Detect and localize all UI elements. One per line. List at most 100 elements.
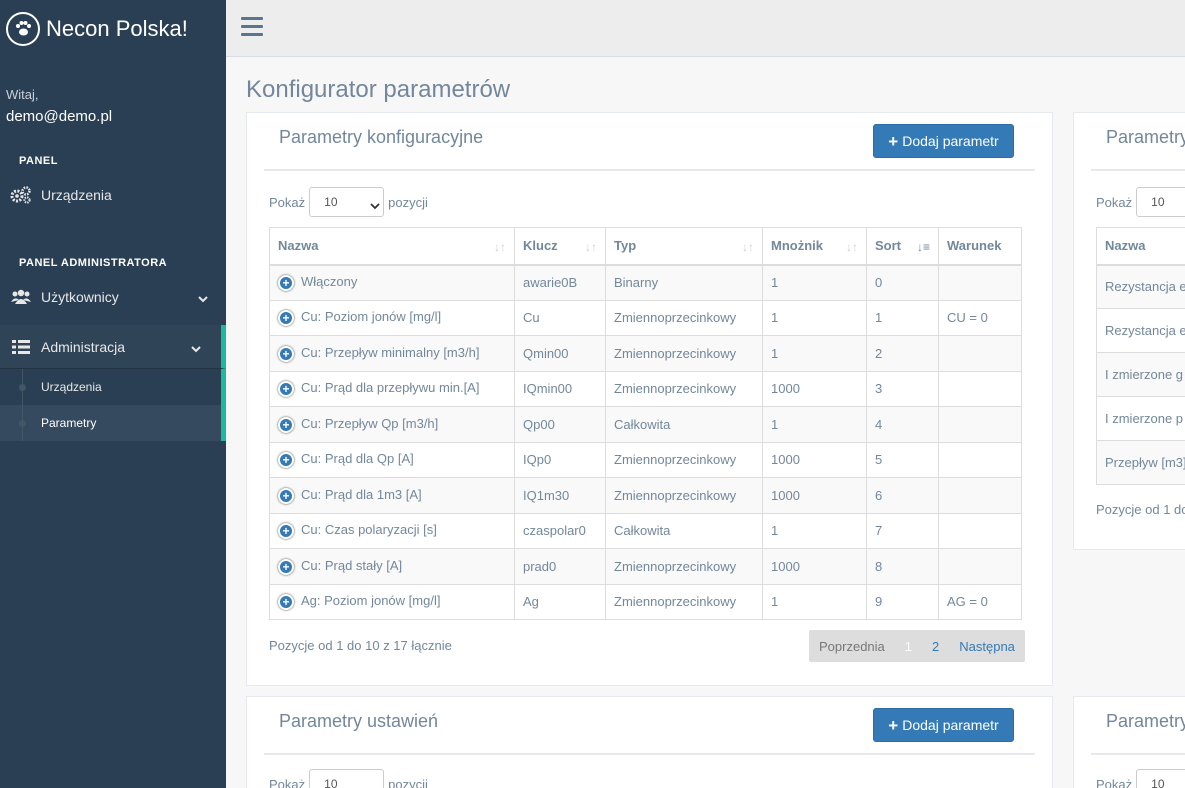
brand[interactable]: Necon Polska! [0, 0, 226, 57]
cell-name: Rezystancja e [1096, 308, 1185, 353]
cell-name: I zmierzone g [1096, 352, 1185, 397]
cell-type: Całkowita [605, 512, 763, 549]
cell-type: Zmiennoprzecinkowy [605, 335, 763, 372]
add-parameter-button[interactable]: + Dodaj parametr [873, 708, 1014, 742]
right-params-panel-2: Parametry Pokaż 10 [1073, 696, 1185, 788]
cell-name: + Cu: Prąd dla Qp [A] [269, 441, 515, 478]
table-row[interactable]: + Cu: Poziom jonów [mg/l] Cu Zmiennoprzecin… [269, 299, 1022, 336]
divider [264, 753, 1035, 755]
sidebar-item-administration[interactable]: Administracja [0, 325, 226, 369]
sort-icon: ↓↑ [494, 240, 506, 254]
column-header-type[interactable]: Typ ↓↑ [605, 227, 763, 266]
panel-title: Parametry konfiguracyjne [279, 127, 484, 147]
table-row[interactable]: + Cu: Przepływ minimalny [m3/h] Qmin00 Zmie… [269, 335, 1022, 372]
submenu-item-devices[interactable]: Urządzenia [0, 369, 221, 405]
expand-row-icon[interactable]: + [278, 487, 294, 504]
expand-row-icon[interactable]: + [278, 416, 294, 433]
cell-name: + Cu: Przepływ minimalny [m3/h] [269, 335, 515, 372]
cell-key: Cu [514, 299, 606, 336]
expand-row-icon[interactable]: + [278, 345, 294, 362]
expand-row-icon[interactable]: + [278, 594, 294, 611]
pagination-next[interactable]: Następna [949, 639, 1025, 654]
column-header-name[interactable]: Nazwa [1096, 227, 1185, 266]
column-header-sort[interactable]: Sort ↓≡ [866, 227, 939, 266]
page-length-select[interactable]: 10 [1136, 187, 1185, 217]
table-row[interactable]: + Cu: Prąd dla 1m3 [A] IQ1m30 Zmiennoprzeci… [269, 477, 1022, 514]
table-row[interactable]: + Cu: Przepływ Qp [m3/h] Qp00 Całkowita 1 4 [269, 406, 1022, 443]
expand-row-icon[interactable]: + [278, 274, 294, 291]
sidebar: Necon Polska! Witaj, demo@demo.pl PANEL … [0, 0, 226, 788]
chevron-down-icon [191, 340, 201, 356]
cell-multiplier: 1000 [762, 548, 867, 585]
sidebar-item-devices[interactable]: Urządzenia [0, 173, 226, 217]
cell-key: Qmin00 [514, 335, 606, 372]
cell-multiplier: 1 [762, 299, 867, 336]
cell-name: + Cu: Czas polaryzacji [s] [269, 512, 515, 549]
table-row[interactable]: + Cu: Prąd dla przepływu min.[A] IQmin00 Zm… [269, 370, 1022, 407]
submenu-item-label: Urządzenia [41, 380, 102, 394]
table-row[interactable]: + Cu: Prąd dla Qp [A] IQp0 Zmiennoprzecinko… [269, 441, 1022, 478]
expand-row-icon[interactable]: + [278, 452, 294, 469]
table-row[interactable]: + Cu: Czas polaryzacji [s] czaspolar0 Całko… [269, 512, 1022, 549]
cell-sort: 9 [866, 583, 939, 620]
cell-name: + Cu: Poziom jonów [mg/l] [269, 299, 515, 336]
cell-multiplier: 1000 [762, 370, 867, 407]
cell-name: + Cu: Prąd dla przepływu min.[A] [269, 370, 515, 407]
brand-title: Necon Polska! [46, 15, 188, 41]
cell-sort: 8 [866, 548, 939, 585]
cell-condition [938, 548, 1022, 585]
table-info: Pozycje od 1 do 10 z 17 łącznie [269, 638, 452, 653]
config-params-table: Nazwa ↓↑ Klucz ↓↑ Typ ↓↑ Mnożnik ↓↑ Sort ↓≡ W… [269, 227, 1022, 620]
table-header-row: Nazwa ↓↑ Klucz ↓↑ Typ ↓↑ Mnożnik ↓↑ Sort ↓≡ W… [269, 227, 1022, 266]
add-parameter-button[interactable]: + Dodaj parametr [873, 124, 1014, 158]
table-row[interactable]: + Włączony awarie0B Binarny 1 0 [269, 264, 1022, 301]
table-row[interactable]: I zmierzone p [1096, 396, 1185, 441]
pagination-page-1[interactable]: 1 [895, 639, 922, 654]
column-header-multiplier[interactable]: Mnożnik ↓↑ [762, 227, 867, 266]
cell-sort: 3 [866, 370, 939, 407]
page-length-select[interactable]: 10 [1136, 769, 1185, 788]
page-length-select[interactable]: 10 [309, 187, 385, 217]
table-row[interactable]: I zmierzone g [1096, 352, 1185, 397]
chevron-down-icon [198, 290, 208, 306]
add-parameter-label: Dodaj parametr [902, 717, 999, 733]
cell-name: Rezystancja e [1096, 264, 1185, 309]
config-params-panel: Parametry konfiguracyjne + Dodaj parametr… [246, 112, 1053, 686]
expand-row-icon[interactable]: + [278, 558, 294, 575]
pagination-page-2[interactable]: 2 [922, 639, 949, 654]
cell-sort: 1 [866, 299, 939, 336]
submenu-item-parameters[interactable]: Parametry [0, 405, 221, 441]
sidebar-item-users[interactable]: Użytkownicy [0, 275, 226, 319]
table-row[interactable]: Rezystancja e [1096, 264, 1185, 309]
menu-toggle-icon[interactable] [241, 17, 263, 37]
right-params-table: Nazwa Rezystancja e Rezystancja eI zmierz… [1096, 227, 1185, 485]
page-title: Konfigurator parametrów [246, 76, 511, 103]
cell-type: Zmiennoprzecinkowy [605, 441, 763, 478]
cell-type: Zmiennoprzecinkowy [605, 583, 763, 620]
topbar [226, 0, 1185, 57]
cogs-icon [10, 186, 32, 204]
expand-row-icon[interactable]: + [278, 381, 294, 398]
cell-key: IQmin00 [514, 370, 606, 407]
table-row[interactable]: + Ag: Poziom jonów [mg/l] Ag Zmiennoprzecin… [269, 583, 1022, 620]
panel-title: Parametry ustawień [279, 711, 439, 731]
paw-icon [6, 11, 40, 46]
expand-row-icon[interactable]: + [278, 523, 294, 540]
section-admin: PANEL ADMINISTRATORA [19, 257, 168, 269]
table-row[interactable]: Rezystancja e [1096, 308, 1185, 353]
cell-multiplier: 1 [762, 406, 867, 443]
table-row[interactable]: + Cu: Prąd stały [A] prad0 Zmiennoprzecinko… [269, 548, 1022, 585]
column-header-key[interactable]: Klucz ↓↑ [514, 227, 606, 266]
cell-type: Binarny [605, 264, 763, 301]
panel-title: Parametry [1106, 711, 1185, 731]
page-length-select[interactable]: 10 [309, 769, 385, 788]
cell-multiplier: 1 [762, 264, 867, 301]
table-info: Pozycje od 1 do [1096, 502, 1185, 517]
plus-icon: + [888, 131, 899, 151]
page-length-control: Pokaż 10 pozycji [269, 187, 428, 217]
pagination-previous[interactable]: Poprzednia [809, 639, 895, 654]
table-header-row: Nazwa [1096, 227, 1185, 266]
table-row[interactable]: Przepływ [m3] [1096, 440, 1185, 485]
expand-row-icon[interactable]: + [278, 310, 294, 327]
column-header-name[interactable]: Nazwa ↓↑ [269, 227, 515, 266]
